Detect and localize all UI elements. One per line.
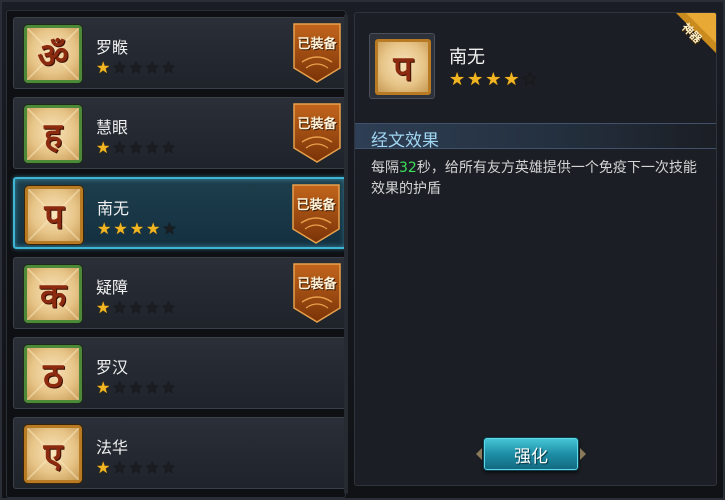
star-empty-icon: ★ <box>161 298 176 317</box>
star-filled-icon: ★ <box>96 298 111 317</box>
scripture-icon: ए <box>24 425 82 483</box>
star-filled-icon: ★ <box>96 58 111 77</box>
list-item-name: 南无 <box>97 199 130 218</box>
star-empty-icon: ★ <box>112 58 127 77</box>
detail-icon-frame: प <box>369 33 435 99</box>
star-filled-icon: ★ <box>146 219 161 238</box>
scripture-icon: ॐ <box>24 25 82 83</box>
star-rating: ★ ★ ★ ★ ★ <box>96 60 176 76</box>
enhance-button[interactable]: 强化 <box>483 437 579 471</box>
star-empty-icon: ★ <box>161 458 176 477</box>
star-empty-icon: ★ <box>521 69 538 90</box>
star-empty-icon: ★ <box>145 298 160 317</box>
star-rating: ★ ★ ★ ★ ★ <box>96 380 176 396</box>
star-filled-icon: ★ <box>503 69 520 90</box>
equipped-badge: 已装备 <box>292 102 342 164</box>
banner-icon <box>293 23 341 83</box>
star-filled-icon: ★ <box>96 138 111 157</box>
star-empty-icon: ★ <box>128 138 144 157</box>
sanskrit-glyph-icon: क <box>39 276 67 316</box>
star-empty-icon: ★ <box>128 58 144 77</box>
equipped-label: 已装备 <box>297 117 337 132</box>
star-rating: ★ ★ ★ ★ ★ <box>96 460 176 476</box>
equipped-label: 已装备 <box>297 37 337 52</box>
detail-star-rating: ★ ★ ★ ★ ★ <box>449 71 538 89</box>
star-rating: ★ ★ ★ ★ ★ <box>96 300 176 316</box>
star-empty-icon: ★ <box>128 378 144 397</box>
scripture-icon: क <box>24 265 82 323</box>
star-rating: ★ ★ ★ ★ ★ <box>97 221 177 237</box>
star-filled-icon: ★ <box>129 219 145 238</box>
section-header: 经文效果 <box>355 123 716 151</box>
sanskrit-glyph-icon: प <box>44 197 64 237</box>
star-filled-icon: ★ <box>96 458 111 477</box>
star-filled-icon: ★ <box>467 69 484 90</box>
banner-icon <box>293 263 341 323</box>
banner-icon <box>293 103 341 163</box>
list-item-name: 法华 <box>96 438 129 457</box>
star-empty-icon: ★ <box>162 219 177 238</box>
scripture-icon: प <box>375 39 431 95</box>
list-item[interactable]: ए 法华 ★ ★ ★ ★ ★ <box>13 417 345 489</box>
equipped-label: 已装备 <box>296 198 336 213</box>
list-item[interactable]: ठ 罗汉 ★ ★ ★ ★ ★ <box>13 337 345 409</box>
star-empty-icon: ★ <box>128 458 144 477</box>
detail-title: 南无 <box>449 47 485 68</box>
list-item-name: 疑障 <box>96 278 129 297</box>
scrollbar[interactable] <box>344 14 348 494</box>
star-filled-icon: ★ <box>96 378 111 397</box>
star-empty-icon: ★ <box>161 58 176 77</box>
scripture-list[interactable]: ॐ 罗睺 ★ ★ ★ ★ ★ 已装备 ह 慧眼 ★ ★ ★ ★ ★ 已装备 प 南无 ★ ★ ★ ★ ★ 已装备 क 疑障 ★ ★ ★ ★… <box>6 10 346 498</box>
star-empty-icon: ★ <box>145 58 160 77</box>
equipped-badge: 已装备 <box>292 22 342 84</box>
star-filled-icon: ★ <box>449 69 466 90</box>
star-filled-icon: ★ <box>113 219 128 238</box>
scripture-icon: ठ <box>24 345 82 403</box>
list-item-name: 罗汉 <box>96 358 129 377</box>
star-empty-icon: ★ <box>112 138 127 157</box>
artifact-corner-tag: 神器 <box>666 13 716 63</box>
star-filled-icon: ★ <box>97 219 112 238</box>
list-item[interactable]: क 疑障 ★ ★ ★ ★ ★ 已装备 <box>13 257 345 329</box>
star-empty-icon: ★ <box>112 298 127 317</box>
list-item[interactable]: ह 慧眼 ★ ★ ★ ★ ★ 已装备 <box>13 97 345 169</box>
star-empty-icon: ★ <box>128 298 144 317</box>
star-empty-icon: ★ <box>145 378 160 397</box>
star-empty-icon: ★ <box>145 138 160 157</box>
list-item-name: 慧眼 <box>96 118 129 137</box>
scripture-icon: प <box>25 186 83 244</box>
list-item[interactable]: प 南无 ★ ★ ★ ★ ★ 已装备 <box>13 177 345 249</box>
star-empty-icon: ★ <box>161 378 176 397</box>
equipped-badge: 已装备 <box>292 262 342 324</box>
sanskrit-glyph-icon: ठ <box>43 356 63 396</box>
star-empty-icon: ★ <box>112 458 127 477</box>
sanskrit-glyph-icon: ॐ <box>37 36 69 76</box>
effect-description: 每隔32秒，给所有友方英雄提供一个免疫下一次技能效果的护盾 <box>371 160 697 197</box>
star-rating: ★ ★ ★ ★ ★ <box>96 140 176 156</box>
banner-icon <box>292 184 340 244</box>
star-empty-icon: ★ <box>145 458 160 477</box>
sanskrit-glyph-icon: ए <box>43 436 63 476</box>
section-title: 经文效果 <box>371 131 439 151</box>
detail-panel: प 南无 ★ ★ ★ ★ ★ 神器 经文效果 每隔32秒，给所有友方英雄提供一个免疫下一… <box>354 12 717 486</box>
scripture-icon: ह <box>24 105 82 163</box>
list-item[interactable]: ॐ 罗睺 ★ ★ ★ ★ ★ 已装备 <box>13 17 345 89</box>
sanskrit-glyph-icon: प <box>393 49 413 89</box>
star-filled-icon: ★ <box>485 69 502 90</box>
star-empty-icon: ★ <box>112 378 127 397</box>
interval-seconds: 32 <box>399 160 417 176</box>
sanskrit-glyph-icon: ह <box>43 116 63 156</box>
list-item-name: 罗睺 <box>96 38 129 57</box>
equipped-label: 已装备 <box>297 277 337 292</box>
star-empty-icon: ★ <box>161 138 176 157</box>
equipped-badge: 已装备 <box>291 183 341 245</box>
